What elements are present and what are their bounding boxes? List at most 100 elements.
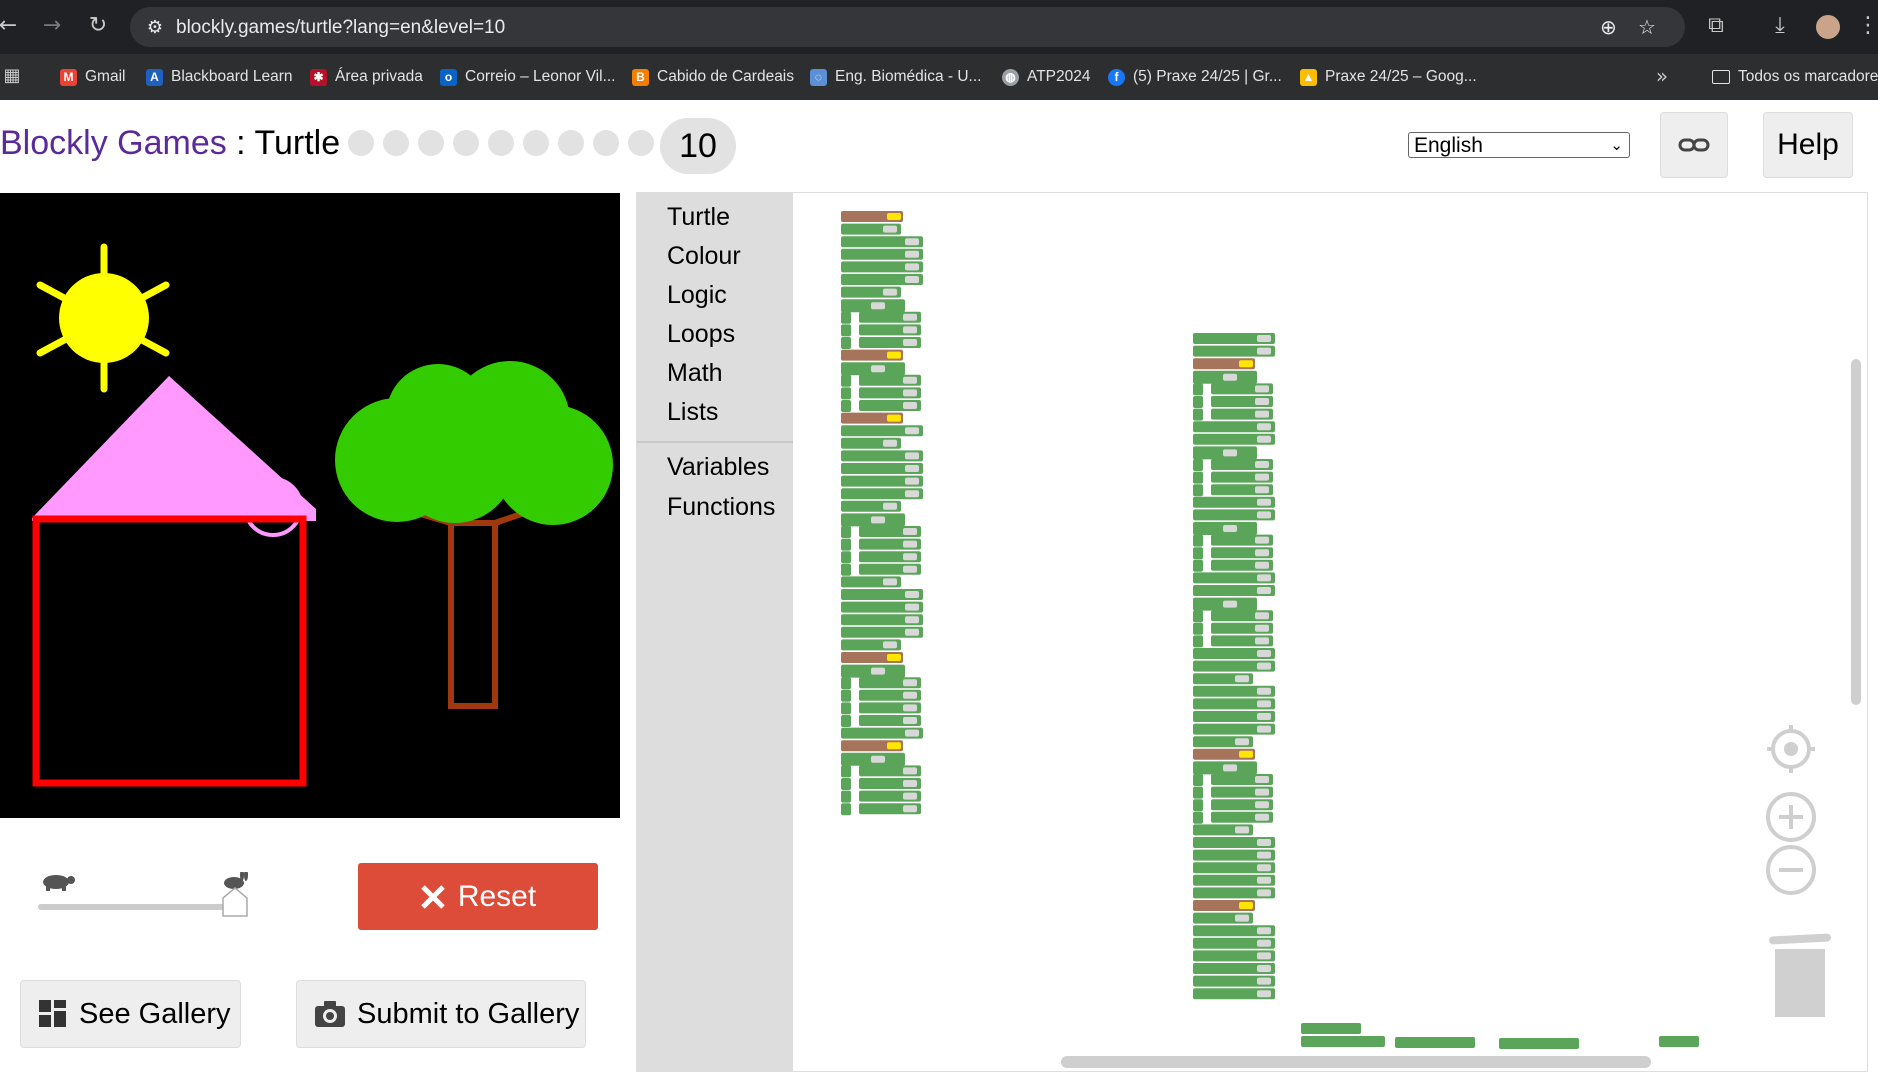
menu-dots-icon[interactable]: ⋮ <box>1852 10 1878 42</box>
block-field <box>1257 435 1271 443</box>
brand-link[interactable]: Blockly Games <box>0 124 227 162</box>
recenter-icon[interactable] <box>1765 723 1817 775</box>
block <box>841 551 851 564</box>
level-dot-9[interactable] <box>628 130 654 156</box>
block-field <box>903 339 917 346</box>
bookmark-label: Eng. Biomédica - U... <box>835 68 982 85</box>
level-dot-5[interactable] <box>488 130 514 156</box>
bookmark-label: (5) Praxe 24/25 | Gr... <box>1133 68 1282 85</box>
level-dot-4[interactable] <box>453 130 479 156</box>
bookmark-praxe-drive[interactable]: ▲ Praxe 24/25 – Goog... <box>1300 65 1477 89</box>
bookmark-cabido[interactable]: B Cabido de Cardeais <box>632 65 794 89</box>
bookmark-praxe-facebook[interactable]: f (5) Praxe 24/25 | Gr... <box>1108 65 1282 89</box>
address-bar[interactable]: ⚙ blockly.games/turtle?lang=en&level=10 … <box>130 7 1685 47</box>
vertical-scrollbar[interactable] <box>1851 359 1861 705</box>
block-field <box>905 628 919 636</box>
language-select[interactable]: English ⌄ <box>1408 132 1630 158</box>
block-field <box>1255 776 1269 783</box>
bookmark-area-privada[interactable]: ✱ Área privada <box>310 65 423 89</box>
apps-grid-icon[interactable]: ▦ <box>0 60 28 92</box>
see-gallery-button[interactable]: See Gallery <box>20 980 241 1048</box>
profile-avatar[interactable] <box>1816 15 1840 39</box>
bookmark-label: Blackboard Learn <box>171 68 293 85</box>
block-field <box>903 792 917 800</box>
block-field <box>1257 952 1271 960</box>
block-field <box>905 603 919 611</box>
block-field <box>1223 373 1237 381</box>
submit-gallery-label: Submit to Gallery <box>357 997 580 1030</box>
block-field <box>903 805 917 813</box>
block-field <box>1257 335 1271 342</box>
level-dot-1[interactable] <box>348 130 374 156</box>
camera-icon <box>315 1001 345 1027</box>
star-logo-icon: ✱ <box>310 68 327 86</box>
level-dot-2[interactable] <box>383 130 409 156</box>
bookmark-blackboard[interactable]: A Blackboard Learn <box>146 65 293 89</box>
block <box>1193 547 1203 560</box>
more-bookmarks-icon[interactable]: » <box>1646 60 1678 92</box>
turtle-canvas <box>0 193 620 818</box>
block-field <box>1257 939 1271 947</box>
zoom-icon[interactable]: ⊕ <box>1600 15 1617 39</box>
block <box>841 677 851 690</box>
horizontal-scrollbar[interactable] <box>1061 1056 1651 1068</box>
block-field <box>883 641 897 649</box>
block-field <box>1257 700 1271 708</box>
block-field <box>1257 876 1271 884</box>
blockly-workspace[interactable]: Turtle Colour Logic Loops Math Lists Var… <box>636 192 1868 1072</box>
back-icon[interactable]: ← <box>0 10 24 42</box>
block-field <box>903 717 917 724</box>
roof-drawing <box>32 376 316 521</box>
block <box>1193 559 1203 572</box>
block <box>841 689 851 702</box>
block-field <box>1257 423 1271 431</box>
colour-swatch <box>887 654 901 661</box>
block <box>841 387 851 400</box>
current-level[interactable]: 10 <box>660 118 736 174</box>
colour-swatch <box>887 414 901 422</box>
block-field <box>1255 788 1269 796</box>
block <box>841 765 851 778</box>
block <box>1301 1036 1385 1047</box>
bookmark-eng-biomedica[interactable]: ◌ Eng. Biomédica - U... <box>810 65 981 89</box>
forward-icon[interactable]: → <box>36 10 68 42</box>
extensions-icon[interactable]: ⧉ <box>1700 10 1732 42</box>
colour-swatch <box>887 213 901 220</box>
block-canvas[interactable] <box>637 193 1868 1072</box>
bookmark-atp2024[interactable]: ◍ ATP2024 <box>1002 65 1090 89</box>
bookmark-correio[interactable]: o Correio – Leonor Vil... <box>440 65 616 89</box>
bookmark-label: Cabido de Cardeais <box>657 68 795 85</box>
block <box>841 790 851 803</box>
bookmark-label: Praxe 24/25 – Goog... <box>1325 68 1477 85</box>
block <box>841 526 851 538</box>
block-field <box>1257 851 1271 859</box>
all-bookmarks[interactable]: Todos os marcadores <box>1712 65 1878 89</box>
bookmark-star-icon[interactable]: ☆ <box>1638 15 1656 39</box>
block-field <box>903 679 917 687</box>
reset-button[interactable]: Reset <box>358 863 598 930</box>
level-dot-3[interactable] <box>418 130 444 156</box>
reload-icon[interactable]: ↻ <box>82 10 114 42</box>
block <box>1193 408 1203 421</box>
speed-slider[interactable] <box>38 869 252 920</box>
submit-gallery-button[interactable]: Submit to Gallery <box>296 980 586 1048</box>
help-button[interactable]: Help <box>1763 112 1853 178</box>
zoom-out-icon[interactable] <box>1765 844 1817 896</box>
download-icon[interactable]: ⤓ <box>1764 10 1796 42</box>
level-dot-8[interactable] <box>593 130 619 156</box>
level-dot-7[interactable] <box>558 130 584 156</box>
block-field <box>905 427 919 435</box>
block-field <box>905 490 919 498</box>
zoom-in-icon[interactable] <box>1765 791 1817 843</box>
close-icon <box>421 884 445 909</box>
trash-icon[interactable] <box>1765 931 1835 1021</box>
block-field <box>903 767 917 775</box>
level-dot-6[interactable] <box>523 130 549 156</box>
site-info-icon[interactable]: ⚙ <box>142 14 168 40</box>
chevron-down-icon: ⌄ <box>1610 137 1623 154</box>
blogger-icon: B <box>632 68 649 86</box>
link-button[interactable] <box>1660 112 1728 178</box>
bookmark-gmail[interactable]: M Gmail <box>60 65 125 89</box>
browser-toolbar: ← → ↻ ⚙ blockly.games/turtle?lang=en&lev… <box>0 0 1878 54</box>
block <box>1193 459 1203 471</box>
